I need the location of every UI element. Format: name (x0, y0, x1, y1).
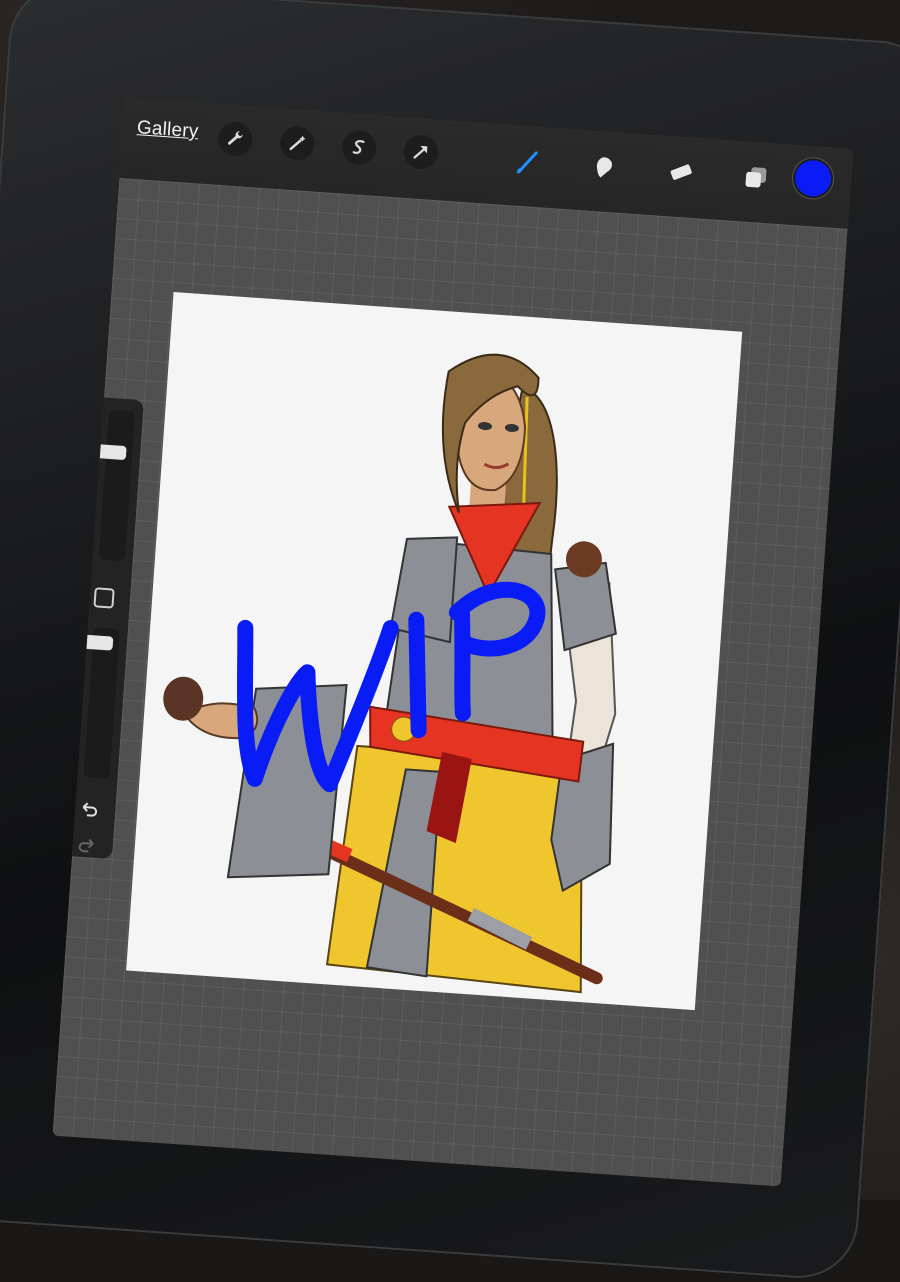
opacity-slider[interactable] (83, 627, 120, 779)
smudge-icon (596, 157, 612, 178)
tablet-device: Gallery (0, 0, 900, 1282)
selection-icon (352, 140, 365, 154)
redo-icon[interactable] (74, 833, 100, 859)
eraser-icon (670, 164, 692, 180)
top-toolbar: Gallery (119, 98, 854, 229)
brush-size-thumb[interactable] (95, 444, 127, 461)
actions-button[interactable] (217, 120, 254, 158)
layers-icon (745, 167, 767, 188)
modify-button[interactable] (93, 587, 115, 609)
adjustments-button[interactable] (279, 125, 316, 162)
artwork (163, 353, 617, 994)
gallery-button[interactable]: Gallery (136, 117, 199, 143)
left-sidebar (52, 394, 144, 860)
drawing-canvas[interactable] (126, 292, 743, 1011)
wip-letter-i (408, 611, 427, 739)
color-picker-button[interactable] (793, 159, 833, 198)
layers-button[interactable] (738, 159, 774, 195)
brush-icon (516, 151, 538, 174)
brush-tool-button[interactable] (510, 143, 546, 179)
magic-wand-icon (289, 135, 306, 151)
eraser-tool-button[interactable] (662, 154, 698, 190)
undo-icon[interactable] (76, 797, 102, 823)
brush-size-slider[interactable] (98, 409, 136, 562)
wrench-icon (227, 131, 243, 145)
smudge-tool-button[interactable] (586, 149, 622, 185)
transform-arrow-icon (413, 145, 428, 159)
opacity-thumb[interactable] (82, 634, 114, 651)
transform-button[interactable] (402, 133, 440, 171)
procreate-screen: Gallery (52, 98, 854, 1187)
selection-button[interactable] (340, 129, 378, 166)
